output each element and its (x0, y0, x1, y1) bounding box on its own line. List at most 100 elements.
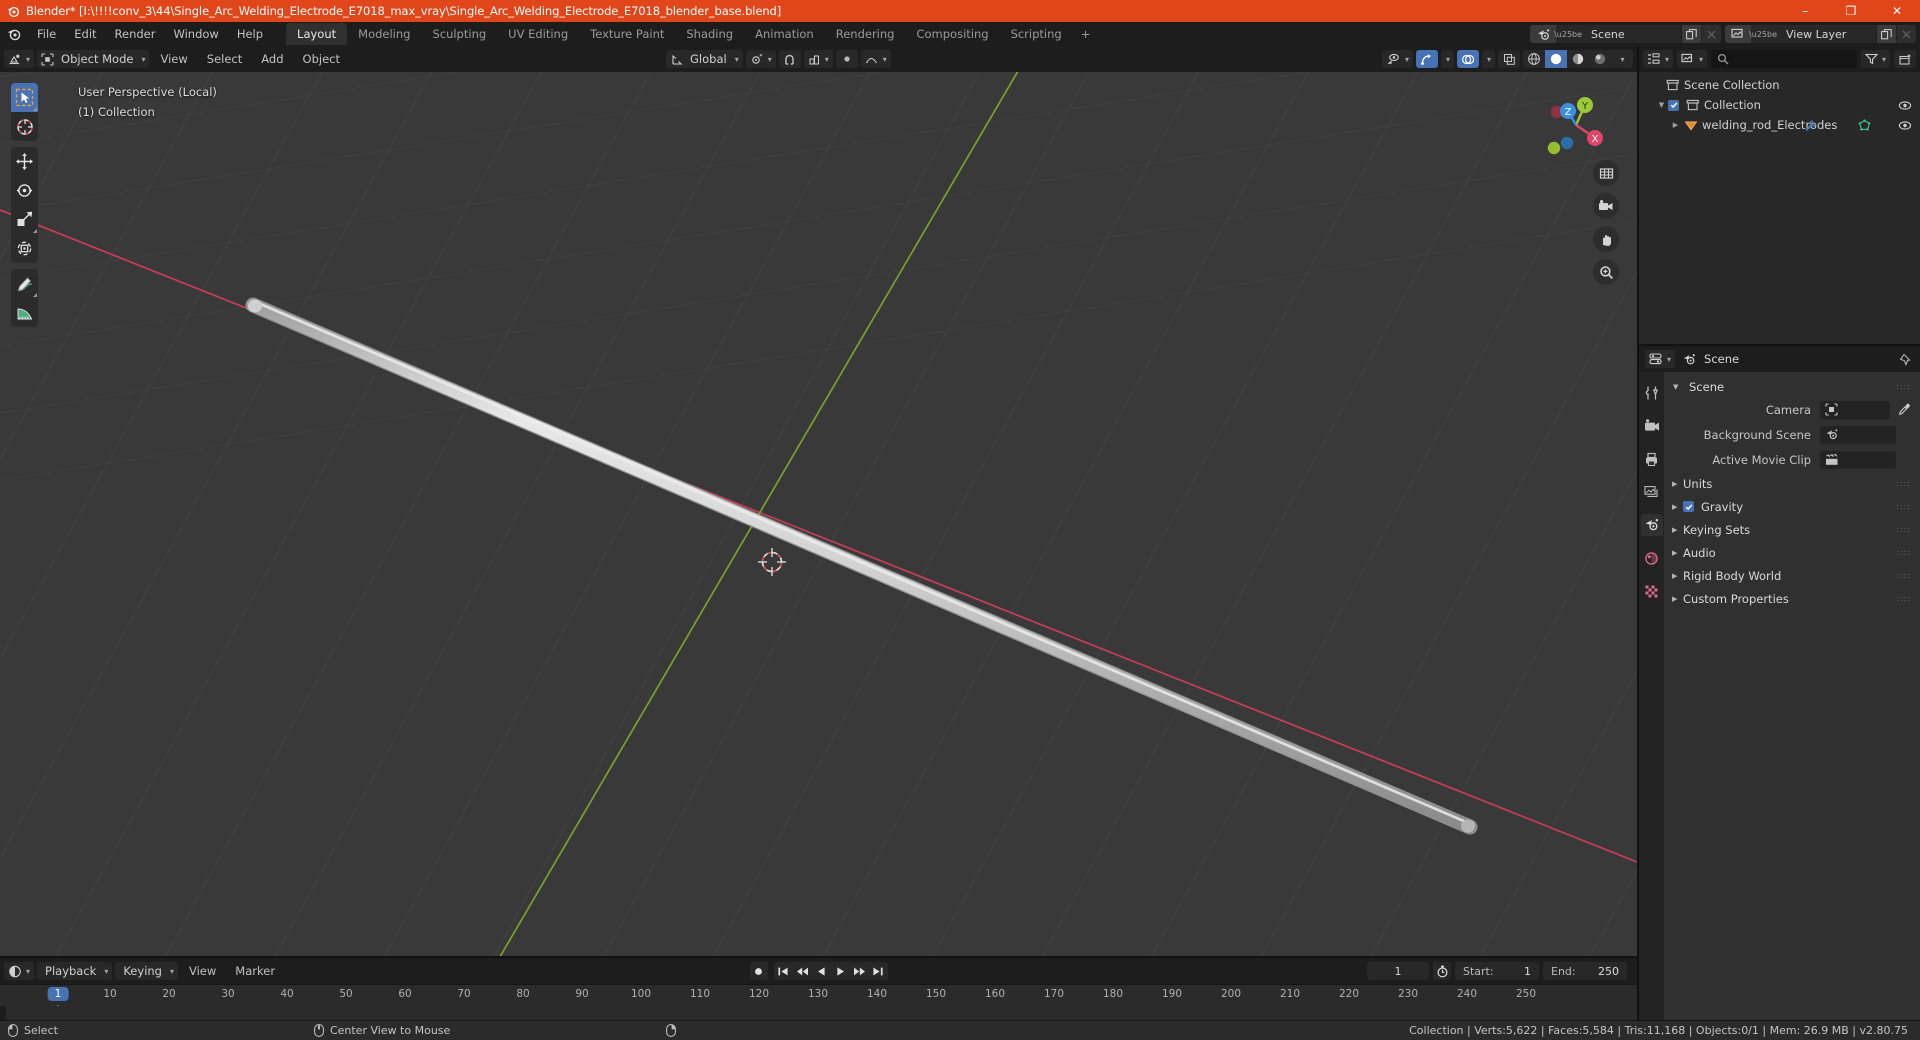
frame-start-field[interactable]: Start: 1 (1455, 962, 1539, 980)
outliner-editor-type-selector[interactable]: ▾ (1643, 50, 1674, 68)
timeline-ruler[interactable]: 1 10 20 30 40 50 60 70 80 90 100 110 120… (0, 984, 1637, 1006)
outliner-filter-button[interactable]: ▾ (1860, 50, 1890, 68)
frame-end-field[interactable]: End: 250 (1543, 962, 1627, 980)
scene-selector[interactable]: \u25be Scene (1530, 25, 1722, 43)
workspace-tab-texture-paint[interactable]: Texture Paint (579, 23, 675, 45)
viewport-menu-select[interactable]: Select (199, 49, 250, 69)
unlink-scene-button[interactable] (1701, 25, 1722, 43)
outliner-tree[interactable]: Scene Collection ▼ Collection ▶ welding_… (1639, 72, 1920, 344)
pan-view-button[interactable] (1593, 226, 1619, 252)
scene-collection-row[interactable]: Scene Collection (1639, 75, 1920, 95)
rotate-tool[interactable] (11, 176, 38, 205)
toggle-orthographic-button[interactable] (1593, 160, 1619, 186)
view-layer-name-field[interactable]: View Layer (1780, 25, 1876, 43)
transform-tool[interactable] (11, 234, 38, 263)
xray-toggle-button[interactable] (1498, 50, 1520, 68)
expand-triangle[interactable]: ▶ (1669, 121, 1682, 129)
gizmo-options-selector[interactable]: ▾ (1440, 50, 1454, 68)
menu-window[interactable]: Window (164, 24, 227, 44)
workspace-tab-layout[interactable]: Layout (286, 23, 348, 45)
menu-edit[interactable]: Edit (65, 24, 105, 44)
workspace-tab-sculpting[interactable]: Sculpting (421, 23, 497, 45)
rigid-body-world-section[interactable]: ▶ Rigid Body World :::: (1664, 564, 1920, 587)
zoom-view-button[interactable] (1593, 259, 1619, 285)
eye-icon[interactable] (1898, 120, 1912, 131)
snap-toggle-button[interactable] (778, 50, 801, 68)
auto-key-stopwatch-button[interactable] (1433, 962, 1451, 980)
shading-options-selector[interactable]: ▾ (1611, 50, 1633, 68)
solid-shading-button[interactable] (1545, 50, 1567, 68)
auto-keying-record-button[interactable] (749, 962, 768, 980)
menu-file[interactable]: File (28, 24, 65, 44)
outliner-display-mode-selector[interactable]: ▾ (1677, 50, 1708, 68)
workspace-tab-modeling[interactable]: Modeling (347, 23, 421, 45)
properties-editor-type-selector[interactable]: ▾ (1645, 350, 1676, 368)
timeline-track-area[interactable] (0, 1006, 1637, 1020)
blender-menu-icon[interactable] (4, 24, 24, 44)
measure-tool[interactable] (11, 298, 38, 327)
wireframe-shading-button[interactable] (1523, 50, 1545, 68)
close-button[interactable]: ✕ (1874, 0, 1920, 22)
expand-triangle[interactable]: ▼ (1655, 101, 1668, 109)
timeline-menu-marker[interactable]: Marker (227, 961, 283, 981)
add-workspace-button[interactable]: + (1073, 23, 1099, 45)
playhead-indicator[interactable]: 1 (47, 987, 69, 1001)
world-tab[interactable] (1641, 547, 1663, 569)
keying-sets-section[interactable]: ▶ Keying Sets :::: (1664, 518, 1920, 541)
cursor-tool[interactable] (11, 112, 38, 141)
render-tab[interactable] (1641, 415, 1663, 437)
rendered-shading-button[interactable] (1589, 50, 1611, 68)
viewport-canvas[interactable]: User Perspective (Local) (1) Collection (0, 72, 1637, 956)
annotate-tool[interactable] (11, 269, 38, 298)
texture-tab[interactable] (1641, 580, 1663, 602)
collection-row[interactable]: ▼ Collection (1639, 95, 1920, 115)
maximize-button[interactable]: ❐ (1828, 0, 1874, 22)
new-collection-button[interactable] (1894, 50, 1916, 68)
units-section[interactable]: ▶ Units :::: (1664, 472, 1920, 495)
proportional-edit-toggle[interactable] (835, 50, 858, 68)
gravity-checkbox[interactable] (1683, 501, 1694, 512)
scene-name-field[interactable]: Scene (1585, 25, 1682, 43)
camera-field[interactable] (1820, 400, 1890, 419)
outliner-search-input[interactable] (1711, 50, 1857, 68)
select-box-tool[interactable] (11, 83, 38, 112)
workspace-tab-scripting[interactable]: Scripting (1000, 23, 1073, 45)
viewport-menu-add[interactable]: Add (253, 49, 291, 69)
remove-view-layer-button[interactable] (1896, 25, 1916, 43)
pivot-point-selector[interactable]: ▾ (745, 50, 776, 68)
scene-tab[interactable] (1640, 514, 1663, 536)
eyedropper-icon[interactable] (1896, 401, 1912, 419)
interaction-mode-selector[interactable]: Object Mode ▾ (37, 50, 150, 68)
workspace-tab-compositing[interactable]: Compositing (905, 23, 999, 45)
workspace-tab-animation[interactable]: Animation (744, 23, 825, 45)
audio-section[interactable]: ▶ Audio :::: (1664, 541, 1920, 564)
minimize-button[interactable]: – (1782, 0, 1828, 22)
active-movie-clip-field[interactable] (1820, 450, 1896, 469)
tool-tab[interactable] (1641, 382, 1663, 404)
object-visibility-selector[interactable]: ▾ (1381, 50, 1413, 68)
scene-section-header[interactable]: ▼ Scene :::: (1664, 376, 1920, 397)
output-tab[interactable] (1641, 448, 1663, 470)
view-layer-selector[interactable]: \u25be View Layer (1725, 25, 1916, 43)
navigation-gizmo[interactable]: Z Y X (1537, 86, 1615, 164)
overlays-toggle-button[interactable] (1456, 50, 1479, 68)
background-scene-field[interactable] (1820, 425, 1896, 444)
jump-to-start-button[interactable] (774, 962, 793, 980)
gizmo-toggle-button[interactable] (1415, 50, 1438, 68)
scale-tool[interactable] (11, 205, 38, 234)
workspace-tab-uv-editing[interactable]: UV Editing (497, 23, 579, 45)
modifier-wrench-icon[interactable] (1804, 119, 1817, 132)
workspace-tab-rendering[interactable]: Rendering (825, 23, 906, 45)
menu-help[interactable]: Help (228, 24, 272, 44)
proportional-falloff-selector[interactable]: ▾ (860, 50, 891, 68)
timeline-menu-keying[interactable]: Keying ▾ (115, 962, 178, 980)
transform-orientation-selector[interactable]: Global ▾ (666, 50, 743, 68)
timeline-menu-view[interactable]: View (181, 961, 224, 981)
workspace-tab-shading[interactable]: Shading (675, 23, 744, 45)
move-tool[interactable] (11, 147, 38, 176)
next-keyframe-button[interactable] (850, 962, 869, 980)
pin-icon[interactable] (1899, 353, 1912, 366)
new-scene-button[interactable] (1681, 25, 1702, 43)
view-layer-tab[interactable] (1641, 481, 1663, 503)
jump-to-end-button[interactable] (869, 962, 888, 980)
